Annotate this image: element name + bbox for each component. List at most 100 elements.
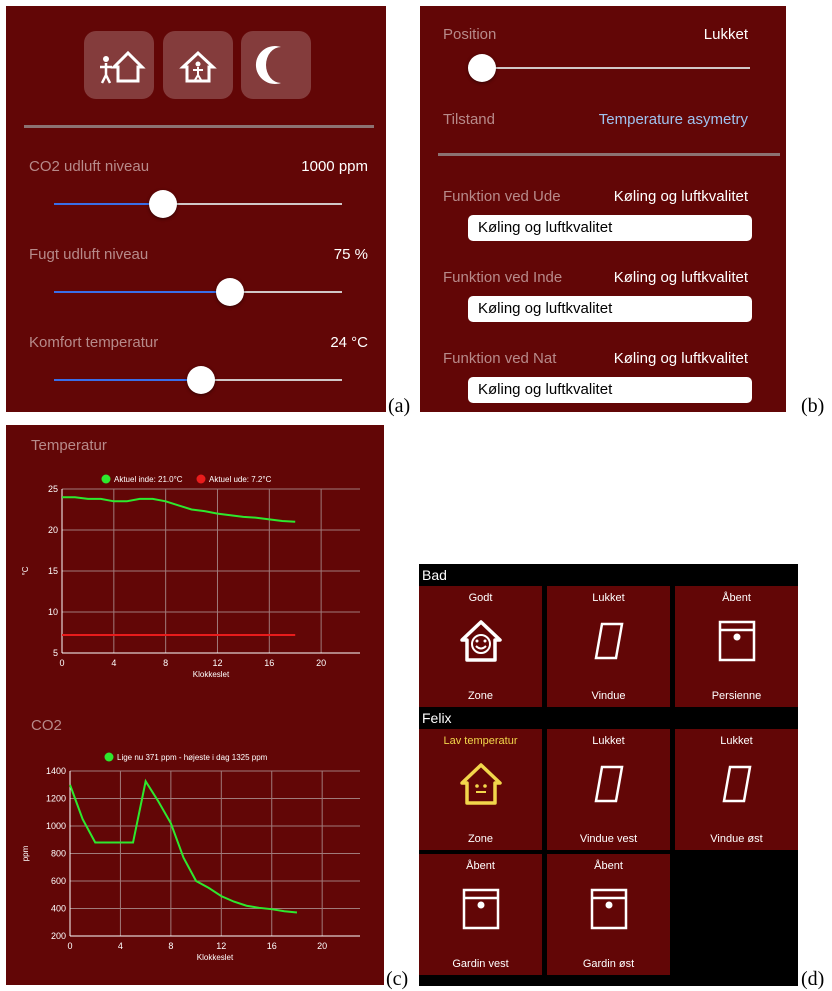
caption-a: (a) (388, 395, 411, 417)
function-label: Funktion ved Ude (443, 188, 561, 205)
function-select[interactable]: Køling og luftkvalitet (468, 296, 752, 322)
y-tick-label: 1200 (46, 794, 66, 804)
function-value: Køling og luftkvalitet (613, 188, 748, 205)
mode-button-away[interactable] (84, 31, 154, 99)
section-header: Bad (419, 564, 798, 586)
divider (24, 125, 374, 128)
y-axis-label: ppm (21, 845, 30, 861)
x-axis-label: Klokkeslet (197, 953, 234, 962)
temperature-chart-title: Temperatur (31, 437, 107, 454)
function-select[interactable]: Køling og luftkvalitet (468, 215, 752, 241)
tile-status: Lukket (592, 592, 625, 604)
device-tile[interactable]: Lukket Vindue vest (547, 729, 670, 850)
position-label: Position (443, 26, 497, 43)
device-tile[interactable]: Lukket Vindue øst (675, 729, 798, 850)
setting-value: 1000 ppm (301, 158, 368, 175)
setting-slider[interactable] (54, 364, 342, 396)
tile-status: Lukket (592, 735, 625, 747)
tile-name: Persienne (711, 690, 762, 702)
x-axis-label: Klokkeslet (193, 670, 230, 679)
tile-status: Lav temperatur (443, 735, 518, 747)
x-tick-label: 4 (111, 658, 116, 668)
slider-thumb[interactable] (149, 190, 178, 218)
series-line (69, 778, 298, 914)
slider-thumb[interactable] (186, 366, 215, 394)
mode-button-night[interactable] (241, 31, 311, 99)
tile-name: Zone (467, 833, 494, 845)
tile-name: Gardin vest (452, 958, 509, 970)
y-tick-label: 5 (53, 648, 58, 658)
legend-label: Lige nu 371 ppm - højeste i dag 1325 ppm (117, 753, 268, 762)
device-tile[interactable]: Godt Zone (419, 586, 542, 707)
y-tick-label: 400 (51, 904, 66, 914)
tile-name: Vindue øst (710, 833, 763, 845)
position-slider[interactable] (468, 52, 750, 84)
position-value: Lukket (703, 26, 748, 43)
tile-status: Lukket (720, 735, 753, 747)
window-icon (722, 765, 752, 803)
x-tick-label: 16 (264, 658, 274, 668)
slider-fill (54, 291, 230, 293)
device-tile[interactable]: Åbent Gardin vest (419, 854, 542, 975)
smiling-house-icon (460, 620, 502, 662)
setting-label: Komfort temperatur (29, 334, 159, 351)
panel-a-ventilation-settings: CO2 udluft niveau 1000 ppm Fugt udluft niv… (6, 6, 386, 412)
neutral-house-icon (460, 763, 502, 805)
y-axis-label: °C (21, 566, 30, 575)
function-label: Funktion ved Nat (443, 350, 557, 367)
y-tick-label: 1000 (46, 821, 66, 831)
tile-status: Åbent (594, 860, 623, 872)
y-tick-label: 600 (51, 876, 66, 886)
setting-label: Fugt udluft niveau (29, 246, 149, 263)
y-tick-label: 10 (48, 607, 58, 617)
legend-label: Aktuel inde: 21.0°C (114, 475, 183, 484)
panel-b-window-settings: Position Lukket Tilstand Temperature asy… (420, 6, 786, 412)
blind-icon (718, 620, 756, 662)
setting-slider[interactable] (54, 276, 342, 308)
legend-marker (196, 474, 206, 484)
blind-icon (462, 888, 500, 930)
legend-marker (101, 474, 111, 484)
x-tick-label: 20 (317, 941, 327, 951)
state-label: Tilstand (443, 111, 495, 128)
device-tile[interactable]: Åbent Gardin øst (547, 854, 670, 975)
x-tick-label: 8 (168, 941, 173, 951)
slider-thumb[interactable] (215, 278, 244, 306)
x-tick-label: 20 (316, 658, 326, 668)
section-header: Felix (419, 707, 798, 729)
panel-d-room-overview: Bad Godt Zone Lukket Vindue Åbent Persienne F… (419, 564, 798, 986)
x-tick-label: 0 (59, 658, 64, 668)
x-tick-label: 8 (163, 658, 168, 668)
co2-chart-title: CO2 (31, 717, 62, 734)
device-tile[interactable]: Lav temperatur Zone (419, 729, 542, 850)
y-tick-label: 800 (51, 849, 66, 859)
x-tick-label: 16 (267, 941, 277, 951)
y-tick-label: 20 (48, 525, 58, 535)
caption-b: (b) (801, 395, 825, 417)
x-tick-label: 12 (216, 941, 226, 951)
slider-track (482, 67, 750, 69)
y-tick-label: 1400 (46, 766, 66, 776)
function-value: Køling og luftkvalitet (613, 350, 748, 367)
tile-name: Zone (467, 690, 494, 702)
device-tile[interactable]: Åbent Persienne (675, 586, 798, 707)
setting-slider[interactable] (54, 188, 342, 220)
device-tile[interactable]: Lukket Vindue (547, 586, 670, 707)
x-tick-label: 0 (67, 941, 72, 951)
function-select[interactable]: Køling og luftkvalitet (468, 377, 752, 403)
x-tick-label: 12 (212, 658, 222, 668)
y-tick-label: 200 (51, 931, 66, 941)
slider-fill (54, 203, 164, 205)
tile-name: Vindue (591, 690, 626, 702)
function-value: Køling og luftkvalitet (613, 269, 748, 286)
blind-icon (590, 888, 628, 930)
mode-button-home[interactable] (163, 31, 233, 99)
temperature-chart: 0 4 8 12 16 20 5 10 15 20 25 Klokkeslet °C Aktuel ind… (21, 474, 360, 679)
caption-c: (c) (386, 968, 409, 990)
window-icon (594, 765, 624, 803)
caption-d: (d) (801, 968, 825, 990)
tile-status: Åbent (466, 860, 495, 872)
divider (438, 153, 780, 156)
window-icon (594, 622, 624, 660)
slider-thumb[interactable] (468, 54, 496, 82)
